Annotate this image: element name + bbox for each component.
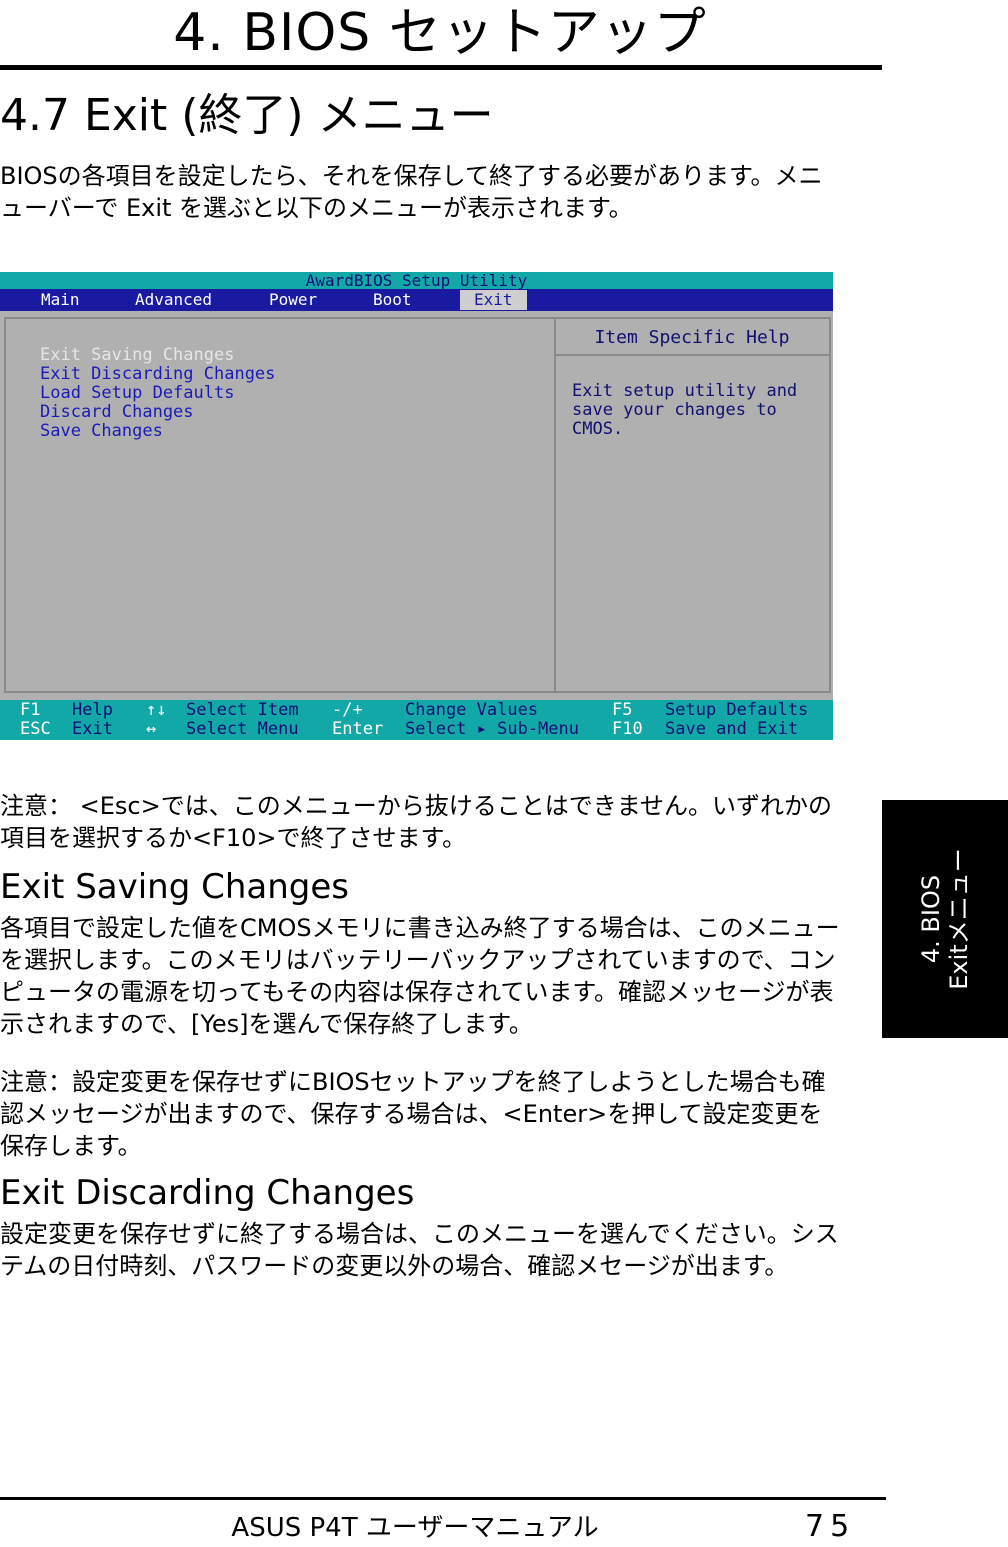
load-setup-defaults-item[interactable]: Load Setup Defaults — [40, 384, 275, 403]
menu-exit[interactable]: Exit — [460, 290, 527, 310]
exit-discarding-description: 設定変更を保存せずに終了する場合は、このメニューを選んでください。システムの日付… — [0, 1220, 839, 1280]
key-enter: Enter — [332, 719, 384, 739]
footer-title: ASUS P4T ユーザーマニュアル — [231, 1513, 599, 1543]
bios-panel-divider — [554, 317, 556, 693]
bios-key-legend: F1 Help ESC Exit ↑↓ Select Item ↔ Select… — [0, 700, 833, 740]
menu-advanced[interactable]: Advanced — [128, 290, 219, 310]
chapter-rule — [0, 65, 882, 70]
side-tab-line1: 4. BIOS — [917, 874, 945, 964]
esc-note: 注意： <Esc>では、このメニューから抜けることはできません。いずれかの項目を… — [0, 792, 832, 852]
help-panel-text: Exit setup utility and save your changes… — [572, 381, 798, 439]
key-f1: F1 — [20, 700, 41, 720]
exit-saving-description: 各項目で設定した値をCMOSメモリに書き込み終了する場合は、このメニューを選択し… — [0, 914, 840, 1038]
bios-screenshot: AwardBIOS Setup Utility Main Advanced Po… — [0, 272, 833, 740]
chapter-title: 4. BIOS セットアップ — [173, 3, 707, 63]
key-minus-plus: -/+ — [332, 700, 363, 720]
help-panel-rule — [556, 354, 829, 356]
key-select-item-desc: Select Item — [186, 700, 299, 720]
footer-rule — [0, 1497, 886, 1500]
key-f1-desc: Help — [72, 700, 113, 720]
bios-title-bar: AwardBIOS Setup Utility — [0, 272, 833, 290]
key-esc: ESC — [20, 719, 51, 739]
exit-menu-list: Exit Saving Changes Exit Discarding Chan… — [40, 346, 275, 441]
key-f10-desc: Save and Exit — [665, 719, 799, 739]
side-tab-text: 4. BIOS Exitメニュー — [882, 800, 1008, 1038]
help-panel-title: Item Specific Help — [594, 327, 790, 348]
key-f5-desc: Setup Defaults — [665, 700, 809, 720]
leftright-arrows-icon: ↔ — [146, 719, 157, 739]
exit-discarding-changes-item[interactable]: Exit Discarding Changes — [40, 365, 275, 384]
exit-discarding-heading: Exit Discarding Changes — [0, 1173, 415, 1213]
page-number: 75 — [805, 1509, 856, 1544]
section-title: 4.7 Exit (終了) メニュー — [0, 90, 494, 141]
exit-saving-changes-item[interactable]: Exit Saving Changes — [40, 346, 275, 365]
key-f5: F5 — [612, 700, 633, 720]
key-esc-desc: Exit — [72, 719, 113, 739]
key-f10: F10 — [612, 719, 643, 739]
exit-saving-note: 注意：設定変更を保存せずにBIOSセットアップを終了しようとした場合も確認メッセ… — [0, 1068, 826, 1160]
chapter-side-tab: 4. BIOS Exitメニュー — [882, 800, 1008, 1038]
side-tab-line2: Exitメニュー — [945, 848, 973, 990]
discard-changes-item[interactable]: Discard Changes — [40, 403, 275, 422]
bios-menu-bar: Main Advanced Power Boot Exit — [0, 289, 833, 311]
exit-saving-heading: Exit Saving Changes — [0, 867, 349, 907]
menu-boot[interactable]: Boot — [366, 290, 419, 310]
menu-main[interactable]: Main — [34, 290, 87, 310]
key-select-menu-desc: Select Menu — [186, 719, 299, 739]
intro-paragraph: BIOSの各項目を設定したら、それを保存して終了する必要があります。メニューバー… — [0, 162, 823, 222]
updown-arrows-icon: ↑↓ — [146, 700, 167, 720]
save-changes-item[interactable]: Save Changes — [40, 422, 275, 441]
key-change-values-desc: Change Values — [405, 700, 539, 720]
key-submenu-desc: Select ▸ Sub-Menu — [405, 719, 579, 739]
menu-power[interactable]: Power — [262, 290, 324, 310]
